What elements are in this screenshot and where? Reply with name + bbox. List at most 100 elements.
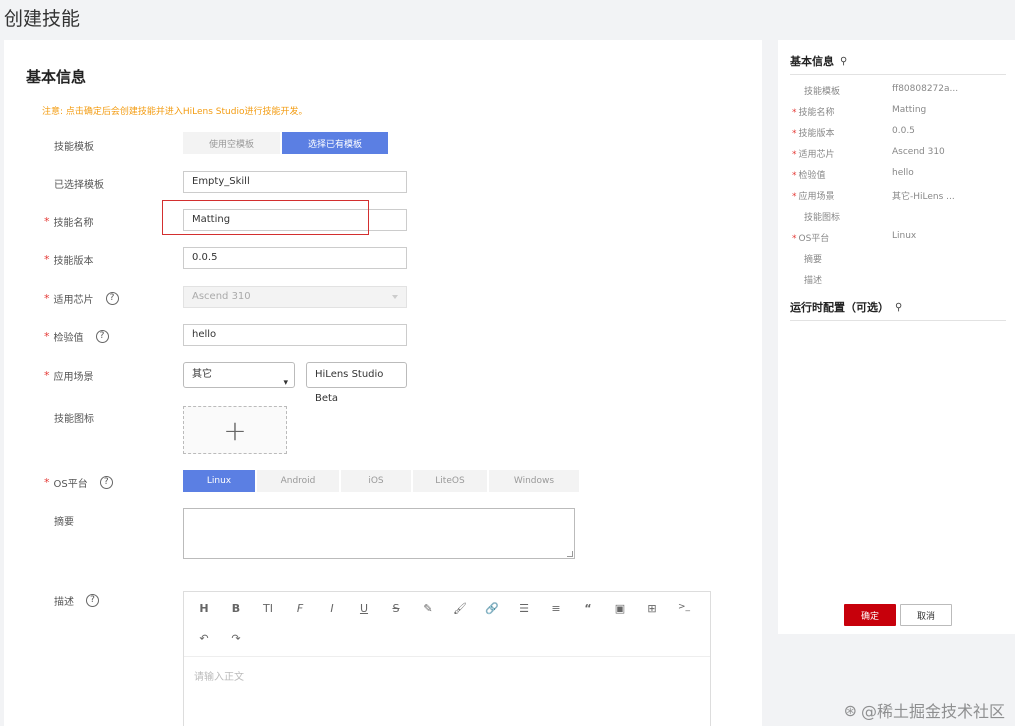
chip-label-text: 适用芯片	[53, 295, 94, 306]
os-label: * OS平台?	[44, 475, 113, 490]
skill-name-label-text: 技能名称	[53, 218, 94, 229]
cancel-button[interactable]: 取消	[900, 604, 952, 626]
os-option-windows[interactable]: Windows	[489, 470, 579, 492]
sidebar-value-version: 0.0.5	[892, 126, 915, 136]
image-icon[interactable]: ▣	[612, 602, 628, 615]
location-pin-icon: ⚲	[895, 301, 903, 313]
sidebar-key-scene: * 应用场景	[792, 189, 887, 202]
text-size-icon[interactable]: TI	[260, 602, 276, 615]
sidebar-value-chip: Ascend 310	[892, 147, 945, 157]
scene-label-text: 应用场景	[53, 372, 94, 383]
runtime-config-title: 运行时配置（可选） ⚲	[790, 299, 902, 315]
strikethrough-icon[interactable]: S	[388, 602, 404, 615]
list-icon[interactable]: ☰	[516, 602, 532, 615]
sidebar-value-scene: 其它-HiLens ...	[892, 192, 955, 202]
os-option-liteos[interactable]: LiteOS	[413, 470, 487, 492]
required-mark: *	[44, 215, 50, 228]
redo-icon[interactable]: ↷	[228, 632, 244, 645]
selected-template-label: 已选择模板	[54, 176, 104, 191]
template-toggle: 使用空模板 选择已有模板	[183, 132, 390, 154]
help-icon[interactable]: ?	[95, 330, 109, 343]
table-icon[interactable]: ⊞	[644, 602, 660, 615]
location-pin-icon: ⚲	[840, 55, 848, 67]
os-option-linux[interactable]: Linux	[183, 470, 255, 492]
confirm-button[interactable]: 确定	[844, 604, 896, 626]
link-icon[interactable]: 🔗	[484, 602, 500, 615]
sidebar-value-os: Linux	[892, 231, 917, 241]
chip-label: * 适用芯片?	[44, 291, 119, 306]
sidebar-key-summary: 摘要	[804, 255, 823, 265]
sidebar-key-version: * 技能版本	[792, 126, 887, 139]
skill-name-label: * 技能名称	[44, 214, 94, 229]
upload-icon-button[interactable]: +	[183, 406, 287, 454]
rich-text-editor[interactable]: H B TI F I U S ✎ 🖌 🔗 ☰ ≡ “ ▣ ⊞ >_ ↶ ↷ 请输…	[183, 591, 711, 726]
sidebar-key-text: OS平台	[798, 234, 830, 244]
required-mark: *	[792, 234, 797, 244]
resize-handle[interactable]	[567, 551, 573, 557]
undo-icon[interactable]: ↶	[196, 632, 212, 645]
sidebar-key-icon: 技能图标	[804, 213, 841, 223]
form-panel: 基本信息 注意: 点击确定后会创建技能并进入HiLens Studio进行技能开…	[4, 40, 762, 726]
selected-template-field[interactable]: Empty_Skill	[183, 171, 407, 193]
os-option-android[interactable]: Android	[257, 470, 339, 492]
checksum-label: * 检验值?	[44, 329, 109, 344]
highlighter-icon[interactable]: ✎	[420, 602, 436, 615]
hilens-studio-button[interactable]: HiLens Studio Beta	[306, 362, 407, 404]
template-label-text: 技能模板	[54, 142, 94, 153]
runtime-config-title-text: 运行时配置（可选）	[790, 301, 889, 314]
version-label-text: 技能版本	[53, 256, 94, 267]
version-input[interactable]: 0.0.5	[183, 247, 407, 269]
heading-icon[interactable]: H	[196, 602, 212, 615]
sidebar-key-text: 适用芯片	[798, 150, 835, 160]
icon-label: 技能图标	[54, 410, 94, 425]
summary-textarea[interactable]	[183, 508, 575, 559]
editor-divider	[184, 656, 710, 657]
sidebar-key-checksum: * 检验值	[792, 168, 887, 181]
code-icon[interactable]: >_	[676, 602, 692, 612]
required-mark: *	[44, 476, 50, 489]
selected-template-label-text: 已选择模板	[54, 180, 104, 191]
font-icon[interactable]: F	[292, 602, 308, 615]
scene-label: * 应用场景	[44, 368, 94, 383]
align-icon[interactable]: ≡	[548, 602, 564, 615]
version-label: * 技能版本	[44, 252, 94, 267]
summary-label: 摘要	[54, 513, 74, 528]
highlight-box	[162, 200, 369, 235]
quote-icon[interactable]: “	[580, 602, 596, 615]
underline-icon[interactable]: U	[356, 602, 372, 615]
os-option-ios[interactable]: iOS	[341, 470, 411, 492]
sidebar-value-name: Matting	[892, 105, 927, 115]
required-mark: *	[792, 192, 797, 202]
sidebar-key-text: 检验值	[798, 171, 826, 181]
weibo-logo-icon: ⊛	[843, 700, 857, 720]
checksum-input[interactable]: hello	[183, 324, 407, 346]
desc-label-text: 描述	[54, 597, 74, 608]
brush-icon[interactable]: 🖌	[452, 602, 468, 615]
required-mark: *	[792, 129, 797, 139]
summary-sidebar: 基本信息 ⚲ 技能模板 ff80808272a... * 技能名称 Matting …	[778, 40, 1015, 634]
plus-icon: +	[223, 413, 247, 447]
existing-template-option[interactable]: 选择已有模板	[282, 132, 388, 154]
icon-label-text: 技能图标	[54, 414, 94, 425]
desc-label: 描述?	[54, 593, 99, 608]
required-mark: *	[792, 108, 797, 118]
help-icon[interactable]: ?	[86, 594, 99, 607]
sidebar-value-checksum: hello	[892, 168, 914, 178]
help-icon[interactable]: ?	[99, 476, 113, 489]
sidebar-key-desc: 描述	[804, 276, 823, 286]
italic-icon[interactable]: I	[324, 602, 340, 615]
blank-template-option[interactable]: 使用空模板	[183, 132, 280, 154]
page-title: 创建技能	[4, 8, 81, 30]
help-icon[interactable]: ?	[105, 292, 119, 305]
required-mark: *	[44, 369, 50, 382]
os-label-text: OS平台	[53, 479, 88, 490]
os-toggle: Linux Android iOS LiteOS Windows	[183, 470, 581, 492]
sidebar-title: 基本信息 ⚲	[790, 53, 847, 69]
scene-select[interactable]: 其它 ▾	[183, 362, 295, 388]
editor-placeholder: 请输入正文	[194, 672, 244, 683]
sidebar-key-name: * 技能名称	[792, 105, 887, 118]
sidebar-value-template: ff80808272a...	[892, 84, 959, 94]
chip-value: Ascend 310	[192, 291, 251, 302]
required-mark: *	[44, 253, 50, 266]
bold-icon[interactable]: B	[228, 602, 244, 615]
